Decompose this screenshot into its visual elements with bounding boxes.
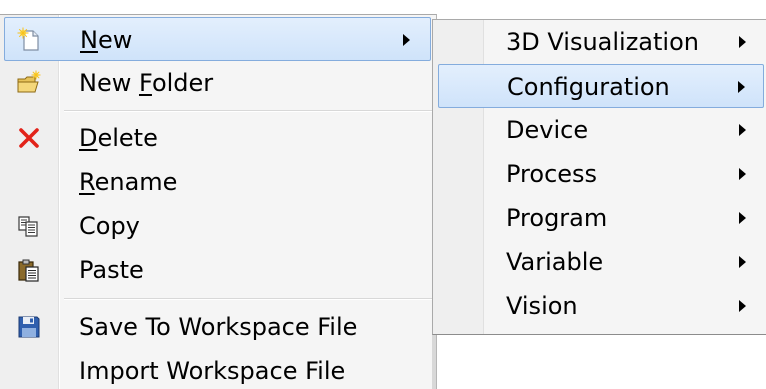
new-folder-icon xyxy=(17,70,41,93)
submenu-item-process[interactable]: Process xyxy=(438,152,764,196)
menu-item-rename[interactable]: Rename xyxy=(4,160,431,204)
submenu-arrow-icon xyxy=(738,81,745,93)
submenu-arrow-icon xyxy=(739,212,746,224)
submenu-item-label: Vision xyxy=(506,292,578,320)
paste-icon xyxy=(18,259,39,282)
submenu-item-label: 3D Visualization xyxy=(506,28,699,56)
menu-item-new-folder[interactable]: New Folder xyxy=(4,61,431,105)
menu-item-label: New Folder xyxy=(79,69,214,97)
menu-item-import-workspace-file[interactable]: Import Workspace File xyxy=(4,349,431,389)
submenu-item-vision[interactable]: Vision xyxy=(438,284,764,328)
submenu-item-variable[interactable]: Variable xyxy=(438,240,764,284)
menu-item-label: Rename xyxy=(79,168,178,196)
menu-item-label: Paste xyxy=(79,256,144,284)
submenu-arrow-icon xyxy=(739,36,746,48)
menu-separator xyxy=(64,110,432,112)
save-disk-icon xyxy=(18,316,40,338)
submenu-item-3d-visualization[interactable]: 3D Visualization xyxy=(438,20,764,64)
menu-item-save-to-workspace-file[interactable]: Save To Workspace File xyxy=(4,305,431,349)
delete-x-icon xyxy=(19,128,39,148)
menu-item-paste[interactable]: Paste xyxy=(4,248,431,292)
submenu-item-label: Program xyxy=(506,204,608,232)
submenu-item-device[interactable]: Device xyxy=(438,108,764,152)
submenu-item-configuration[interactable]: Configuration xyxy=(438,64,764,108)
submenu-item-label: Process xyxy=(506,160,598,188)
submenu-item-label: Device xyxy=(506,116,589,144)
menu-item-delete[interactable]: Delete xyxy=(4,116,431,160)
submenu-arrow-icon xyxy=(739,256,746,268)
new-document-icon xyxy=(17,27,39,51)
desktop-area: New New Folder Delete Rename Copy Paste … xyxy=(0,0,766,389)
menu-item-label: New xyxy=(80,26,133,54)
menu-item-label: Delete xyxy=(79,124,158,152)
submenu-item-label: Variable xyxy=(506,248,604,276)
menu-separator xyxy=(64,298,432,300)
submenu-item-label: Configuration xyxy=(507,73,670,101)
menu-item-new[interactable]: New xyxy=(4,17,431,61)
menu-border-shadow xyxy=(432,335,436,389)
menu-item-label: Import Workspace File xyxy=(79,357,346,385)
menu-item-label: Save To Workspace File xyxy=(79,313,358,341)
submenu-arrow-icon xyxy=(403,34,410,46)
copy-icon xyxy=(18,216,38,237)
menu-item-copy[interactable]: Copy xyxy=(4,204,431,248)
submenu-arrow-icon xyxy=(739,168,746,180)
submenu-arrow-icon xyxy=(739,300,746,312)
submenu-item-program[interactable]: Program xyxy=(438,196,764,240)
new-submenu: 3D Visualization Configuration Device Pr… xyxy=(432,19,766,335)
context-menu: New New Folder Delete Rename Copy Paste … xyxy=(0,14,437,389)
submenu-arrow-icon xyxy=(739,124,746,136)
menu-item-label: Copy xyxy=(79,212,140,240)
